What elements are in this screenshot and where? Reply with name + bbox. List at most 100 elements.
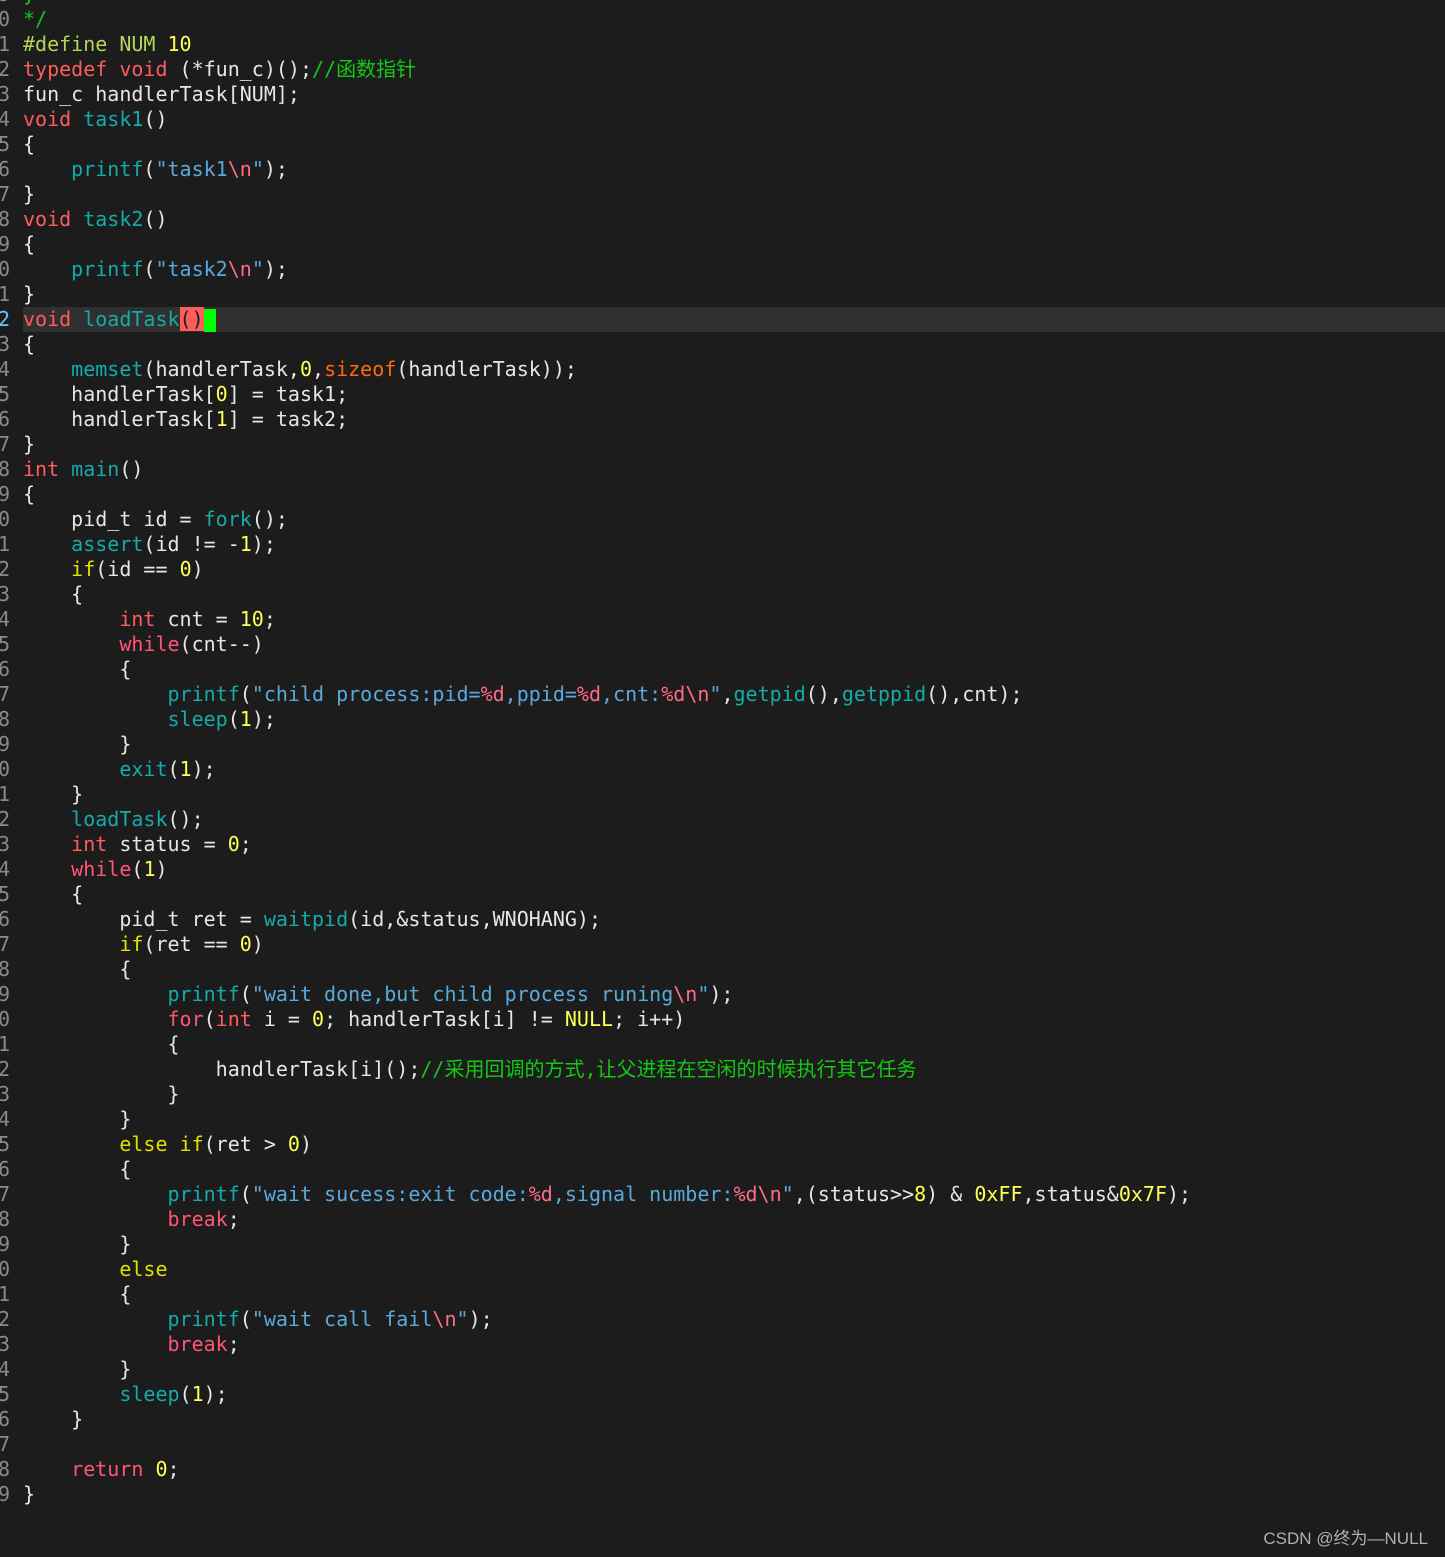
code-line[interactable]: 1} xyxy=(0,282,1445,307)
code-line[interactable]: 7} xyxy=(0,182,1445,207)
code-line[interactable]: 7 printf("wait sucess:exit code:%d,signa… xyxy=(0,1182,1445,1207)
text-cursor xyxy=(203,309,216,332)
line-number: 1 xyxy=(0,282,11,306)
code-line[interactable]: 9 printf("wait done,but child process ru… xyxy=(0,982,1445,1007)
code-line[interactable]: 1 { xyxy=(0,1282,1445,1307)
line-text: } xyxy=(23,432,35,457)
code-line[interactable]: 5 handlerTask[0] = task1; xyxy=(0,382,1445,407)
code-token: { xyxy=(23,957,132,981)
code-line[interactable]: 6 pid_t ret = waitpid(id,&status,WNOHANG… xyxy=(0,907,1445,932)
code-line[interactable]: 4 memset(handlerTask,0,sizeof(handlerTas… xyxy=(0,357,1445,382)
code-line[interactable]: 0 pid_t id = fork(); xyxy=(0,507,1445,532)
code-token: 0 xyxy=(227,832,240,856)
code-token: ); xyxy=(191,757,216,781)
code-line[interactable]: 2 loadTask(); xyxy=(0,807,1445,832)
code-line[interactable]: 4 while(1) xyxy=(0,857,1445,882)
code-line[interactable]: 3{ xyxy=(0,332,1445,357)
code-line[interactable]: 9 } xyxy=(0,732,1445,757)
code-line[interactable]: 7 if(ret == 0) xyxy=(0,932,1445,957)
code-line[interactable]: 8 sleep(1); xyxy=(0,707,1445,732)
code-token: getpid xyxy=(733,682,806,706)
code-token: while xyxy=(119,632,180,656)
code-line[interactable]: 4 } xyxy=(0,1357,1445,1382)
line-number: 3 xyxy=(0,582,11,606)
code-line[interactable]: 1 } xyxy=(0,782,1445,807)
code-token: else xyxy=(119,1257,168,1281)
code-token: #define NUM xyxy=(23,32,168,56)
code-line[interactable]: 2 typedef void (*fun_c)();//函数指针 xyxy=(0,57,1445,82)
code-line[interactable]: 2 void loadTask() xyxy=(0,307,1445,332)
code-line[interactable]: 5{ xyxy=(0,132,1445,157)
code-token: } xyxy=(23,1082,180,1106)
code-line[interactable]: 3 fun_c handlerTask[NUM]; xyxy=(0,82,1445,107)
code-line[interactable]: 2 handlerTask[i]();//采用回调的方式,让父进程在空闲的时候执… xyxy=(0,1057,1445,1082)
code-line[interactable]: 9} xyxy=(0,0,1445,7)
code-token: (id == xyxy=(95,557,180,581)
code-token: } xyxy=(23,182,36,206)
code-line[interactable]: 3 } xyxy=(0,1082,1445,1107)
code-line[interactable]: 5 while(cnt--) xyxy=(0,632,1445,657)
code-line[interactable]: 1 #define NUM 10 xyxy=(0,32,1445,57)
code-line[interactable]: 9{ xyxy=(0,232,1445,257)
code-line[interactable]: 0 exit(1); xyxy=(0,757,1445,782)
line-text: } xyxy=(23,1407,83,1432)
code-line[interactable]: 0 */ xyxy=(0,7,1445,32)
code-line[interactable]: 4 } xyxy=(0,1107,1445,1132)
code-line[interactable]: 8 { xyxy=(0,957,1445,982)
code-token: pid_t id = xyxy=(23,507,204,531)
line-text: void task2() xyxy=(23,207,168,232)
line-text: } xyxy=(23,732,131,757)
code-editor[interactable]: 9}0*/1#define NUM 102typedef void (*fun_… xyxy=(0,0,1445,1507)
code-line[interactable]: 3 { xyxy=(0,582,1445,607)
code-line[interactable]: 2 printf("wait call fail\n"); xyxy=(0,1307,1445,1332)
code-line[interactable]: 1 { xyxy=(0,1032,1445,1057)
code-line[interactable]: 6 { xyxy=(0,1157,1445,1182)
code-line[interactable]: 6 { xyxy=(0,657,1445,682)
code-line[interactable]: 0 for(int i = 0; handlerTask[i] != NULL;… xyxy=(0,1007,1445,1032)
code-token: for xyxy=(167,1007,204,1031)
code-token: assert xyxy=(71,532,144,556)
line-text: } xyxy=(23,782,83,807)
code-token: " xyxy=(456,1307,469,1331)
code-token: return xyxy=(71,1457,144,1481)
code-line[interactable]: 7} xyxy=(0,432,1445,457)
code-token: () xyxy=(119,457,144,481)
code-token: if xyxy=(71,557,96,581)
code-line[interactable]: 8 return 0; xyxy=(0,1457,1445,1482)
code-token: ; xyxy=(239,832,252,856)
code-token: exit xyxy=(119,757,168,781)
code-token: () xyxy=(143,207,168,231)
code-line[interactable]: 7 xyxy=(0,1432,1445,1457)
code-line[interactable]: 9} xyxy=(0,1482,1445,1507)
line-number: 4 xyxy=(0,1107,11,1131)
code-line[interactable]: 1 assert(id != -1); xyxy=(0,532,1445,557)
code-line[interactable]: 0 printf("task2\n"); xyxy=(0,257,1445,282)
code-line[interactable]: 4 void task1() xyxy=(0,107,1445,132)
code-line[interactable]: 0 else xyxy=(0,1257,1445,1282)
code-line[interactable]: 9 } xyxy=(0,1232,1445,1257)
code-line[interactable]: 9{ xyxy=(0,482,1445,507)
code-line[interactable]: 8 break; xyxy=(0,1207,1445,1232)
code-line[interactable]: 8 void task2() xyxy=(0,207,1445,232)
code-line[interactable]: 5 sleep(1); xyxy=(0,1382,1445,1407)
line-text: #define NUM 10 xyxy=(23,32,192,57)
code-line[interactable]: 6 } xyxy=(0,1407,1445,1432)
code-line[interactable]: 4 int cnt = 10; xyxy=(0,607,1445,632)
code-line[interactable]: 2 if(id == 0) xyxy=(0,557,1445,582)
code-line[interactable]: 3 break; xyxy=(0,1332,1445,1357)
code-line[interactable]: 8 int main() xyxy=(0,457,1445,482)
line-number: 4 xyxy=(0,1357,11,1381)
code-line[interactable]: 5 { xyxy=(0,882,1445,907)
code-line[interactable]: 7 printf("child process:pid=%d,ppid=%d,c… xyxy=(0,682,1445,707)
code-line[interactable]: 6 printf("task1\n"); xyxy=(0,157,1445,182)
code-line[interactable]: 6 handlerTask[1] = task2; xyxy=(0,407,1445,432)
line-text: printf("task1\n"); xyxy=(23,157,288,182)
line-text: fun_c handlerTask[NUM]; xyxy=(23,82,300,107)
code-line[interactable]: 3 int status = 0; xyxy=(0,832,1445,857)
code-line[interactable]: 5 else if(ret > 0) xyxy=(0,1132,1445,1157)
